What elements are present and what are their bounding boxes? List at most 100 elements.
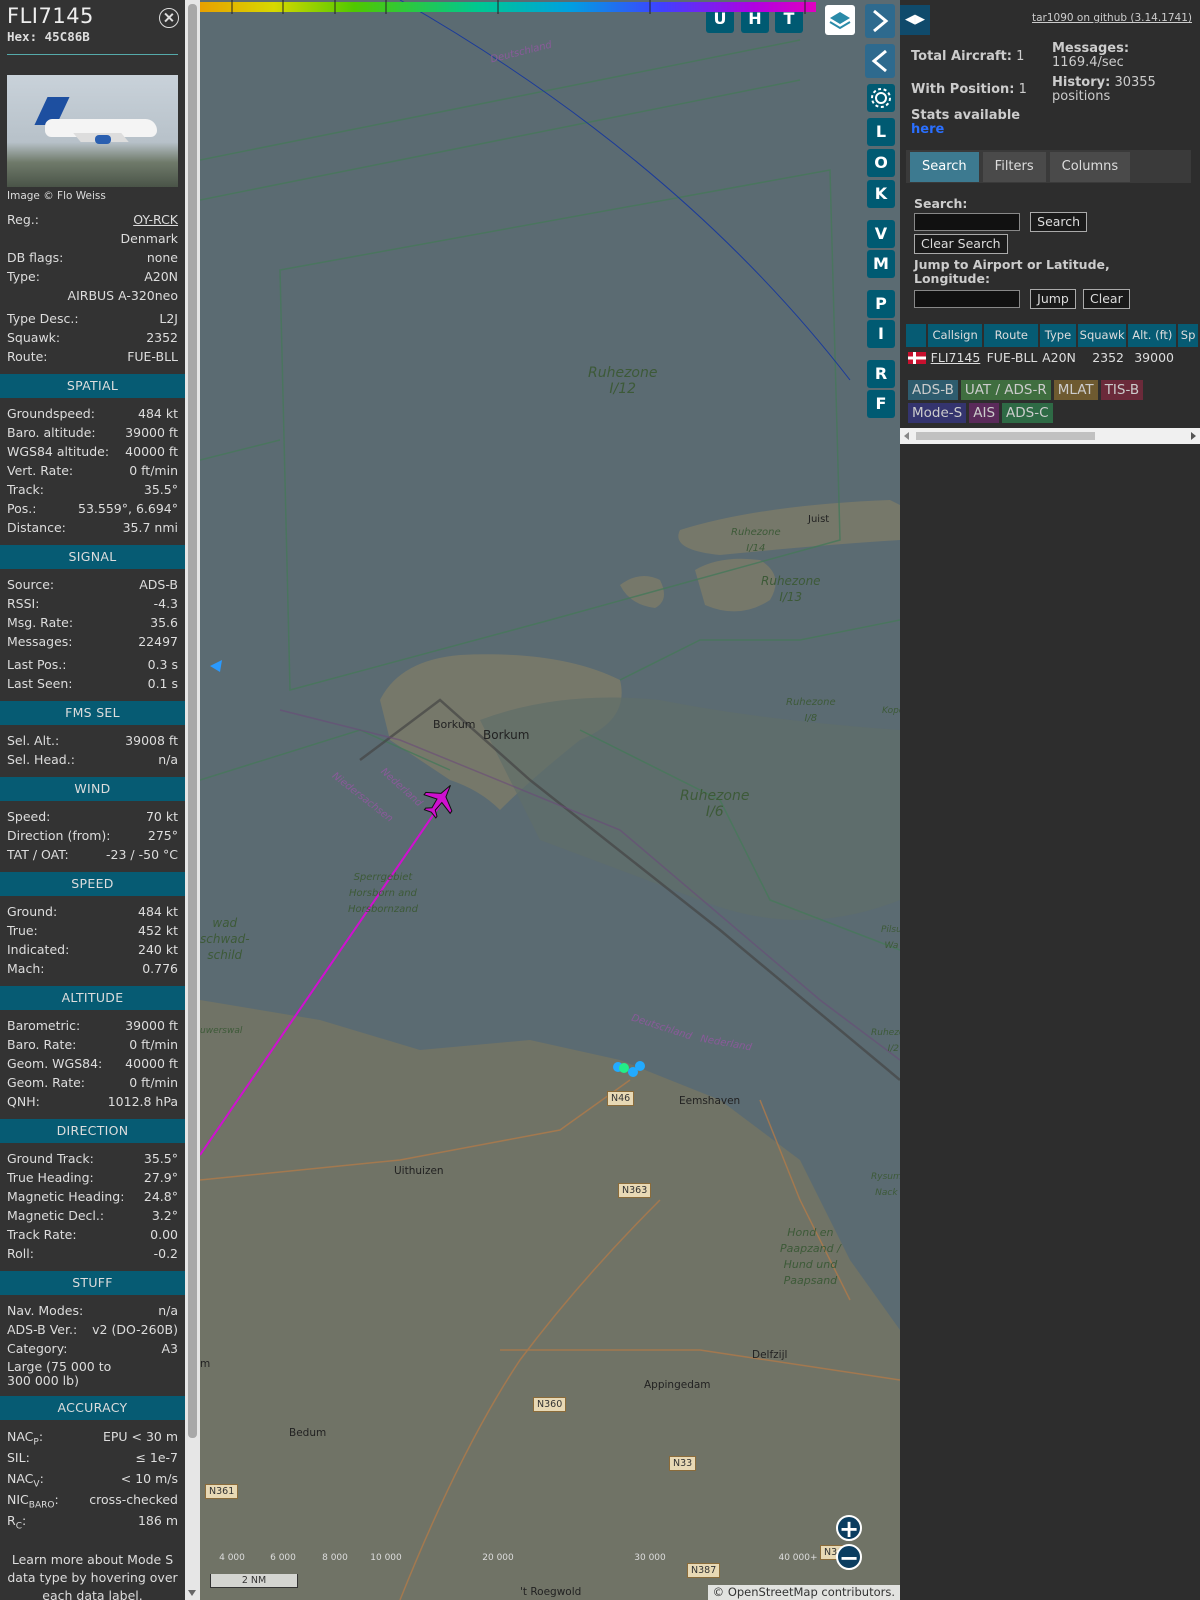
zoom-in-button[interactable]: + (836, 1515, 862, 1541)
aircraft-photo[interactable] (7, 75, 178, 187)
map-button-f[interactable]: F (867, 390, 895, 418)
clear-search-button[interactable]: Clear Search (914, 234, 1008, 254)
section-rows: Ground Track: 35.5° True Heading: 27.9° Magn… (0, 1149, 185, 1263)
info-row: Magnetic Decl.: 3.2° (7, 1206, 178, 1225)
toggle-sidebar-icon[interactable]: ◀▶ (900, 5, 930, 35)
info-row: Reg.: OY-RCK (7, 210, 178, 229)
map-button-r[interactable]: R (867, 360, 895, 388)
info-row-label: SIL: (7, 1450, 30, 1465)
search-button[interactable]: Search (1030, 212, 1088, 232)
altitude-tick: 8 000 (322, 1553, 348, 1563)
table-scrollbar[interactable] (900, 428, 1200, 444)
info-row-link[interactable]: OY-RCK (133, 212, 178, 227)
search-area: Search: Search Clear Search Jump to Airp… (914, 197, 1194, 309)
info-row: WGS84 altitude: 40000 ft (7, 442, 178, 461)
map-button-k[interactable]: K (867, 180, 895, 208)
info-row-label: ADS-B Ver.: (7, 1322, 78, 1337)
info-row-value: v2 (DO-260B) (92, 1322, 178, 1337)
info-row-value: -4.3 (153, 596, 178, 611)
zoom-out-button[interactable]: − (836, 1544, 862, 1570)
altitude-tick: 6 000 (270, 1553, 296, 1563)
table-header-cell[interactable]: Callsign (927, 324, 983, 347)
table-header-cell[interactable]: Squawk (1077, 324, 1127, 347)
map-button-v[interactable]: V (867, 220, 895, 248)
section-header-spatial: SPATIAL (0, 374, 185, 398)
info-sections: SPATIAL Groundspeed: 484 kt Baro. altitude:… (0, 374, 185, 1600)
jump-input[interactable] (914, 290, 1020, 308)
map-label-line: Ruhezone (786, 697, 836, 708)
jump-clear-button[interactable]: Clear (1083, 289, 1130, 309)
osm-link[interactable]: OpenStreetMap (728, 1585, 818, 1599)
search-input[interactable] (914, 213, 1020, 231)
map-label-line: wad (212, 916, 238, 930)
map-label-line: Nack (875, 1188, 898, 1198)
map-button-o[interactable]: O (867, 149, 895, 177)
map-button-l[interactable]: L (867, 118, 895, 146)
info-row-value: ≤ 1e-7 (135, 1450, 178, 1465)
map-label: Sperrgebiet Horsborn and Horsbornzand (348, 870, 418, 918)
map-button-p[interactable]: P (867, 290, 895, 318)
info-row-value: FUE-BLL (127, 349, 178, 364)
info-row-value: 40000 ft (125, 1056, 178, 1071)
layers-icon[interactable] (825, 5, 855, 35)
info-row-label: Magnetic Decl.: (7, 1208, 105, 1223)
info-row-value: 35.5° (143, 482, 178, 497)
map-label-line: Wa (884, 941, 899, 951)
selected-callsign: FLI7145 (7, 4, 94, 28)
row-callsign-link[interactable]: FLI7145 (931, 350, 981, 365)
info-row: True: 452 kt (7, 921, 178, 940)
jump-button[interactable]: Jump (1030, 289, 1076, 309)
tab-search[interactable]: Search (910, 152, 979, 182)
table-row[interactable]: FLI7145 FUE-BLL A20N 2352 39000 (906, 348, 1200, 368)
info-row-label: NACV: (7, 1471, 44, 1490)
stats-available: Stats available here (911, 108, 1021, 137)
settings-gear-icon[interactable] (867, 84, 895, 112)
table-header-cell[interactable]: Alt. (ft) (1128, 324, 1177, 347)
row-squawk: 2352 (1092, 350, 1124, 365)
info-row: Ground: 484 kt (7, 902, 178, 921)
info-row: Msg. Rate: 35.6 (7, 613, 178, 632)
table-header-cell[interactable]: Sp (1178, 324, 1198, 347)
info-row: Type Desc.: L2J (7, 309, 178, 328)
info-row: Messages: 22497 (7, 632, 178, 651)
info-row: Roll: -0.2 (7, 1244, 178, 1263)
stats-link[interactable]: here (911, 122, 944, 137)
info-row: DB flags: none (7, 248, 178, 267)
collapse-left-icon[interactable] (865, 44, 895, 78)
info-row: Squawk: 2352 (7, 328, 178, 347)
info-row-value: 27.9° (143, 1170, 178, 1185)
tab-filters[interactable]: Filters (982, 152, 1046, 182)
info-row-value: A3 (161, 1341, 178, 1356)
section-header-signal: SIGNAL (0, 545, 185, 569)
section-rows: Sel. Alt.: 39008 ft Sel. Head.: n/a (0, 731, 185, 769)
selected-hex: Hex: 45C86B (7, 29, 90, 44)
tab-columns[interactable]: Columns (1049, 152, 1131, 182)
info-row-label: Mach: (7, 961, 45, 976)
close-icon[interactable] (159, 8, 179, 28)
info-row: True Heading: 27.9° (7, 1168, 178, 1187)
map-label-line: Sperrgebiet (353, 872, 413, 883)
info-row-label: DB flags: (7, 250, 64, 265)
section-header-altitude: ALTITUDE (0, 986, 185, 1010)
scale-bar: 2 NM (210, 1574, 298, 1588)
info-row: Magnetic Heading: 24.8° (7, 1187, 178, 1206)
info-row-value: A20N (144, 269, 178, 284)
map-button-i[interactable]: I (867, 320, 895, 348)
info-row-label: Messages: (7, 634, 73, 649)
map-canvas (200, 0, 900, 1600)
sidebar-scrollbar[interactable] (185, 0, 200, 1600)
map-label: wad schwad-schild (200, 915, 250, 963)
info-row: NACP: EPU < 30 m (7, 1426, 178, 1448)
info-row-value: 275° (147, 828, 178, 843)
info-row-value: ADS-B (139, 577, 178, 592)
info-row-label: Msg. Rate: (7, 615, 74, 630)
table-header-cell[interactable]: Route (984, 324, 1039, 347)
map[interactable]: Ruhezone I/12 Ruhezone I/6 Ruhezone I/14 Ruhez… (200, 0, 900, 1600)
table-header-cell[interactable] (906, 324, 926, 347)
panel-tabs: Search Filters Columns (906, 150, 1191, 183)
github-link[interactable]: tar1090 on github (3.14.1741) (1032, 12, 1192, 24)
map-button-m[interactable]: M (867, 250, 895, 278)
expand-right-icon[interactable] (865, 4, 895, 38)
info-row: AIRBUS A-320neo (7, 286, 178, 305)
table-header-cell[interactable]: Type (1040, 324, 1076, 347)
